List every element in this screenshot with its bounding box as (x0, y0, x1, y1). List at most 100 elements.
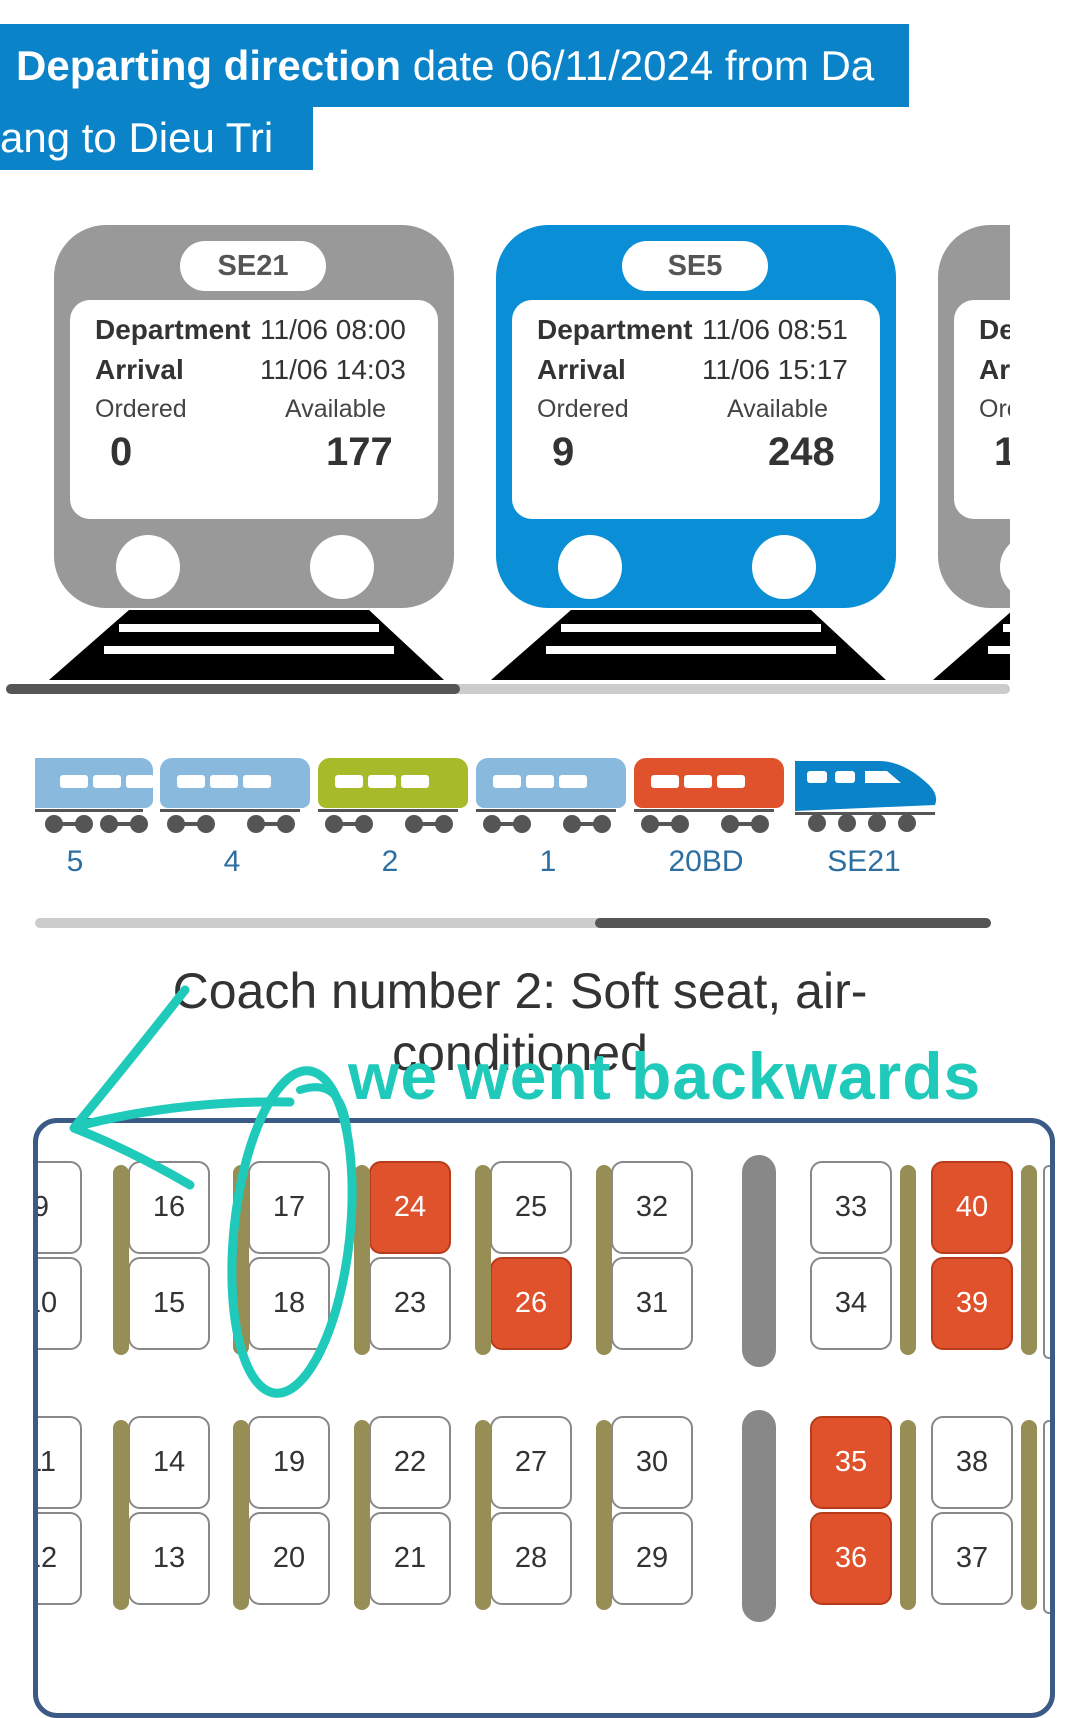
coach-label: 20BD (668, 845, 744, 878)
seat-11[interactable]: 11 (38, 1416, 82, 1509)
train-scrollbar-thumb[interactable] (6, 684, 460, 694)
seat-23[interactable]: 23 (369, 1257, 451, 1350)
coach-label: 2 (381, 845, 399, 878)
wheel (310, 535, 374, 599)
coach-label: 4 (223, 845, 241, 878)
department-time: 11/06 08:51 (702, 314, 848, 345)
seat-24[interactable]: 24 (369, 1161, 451, 1254)
seat-22[interactable]: 22 (369, 1416, 451, 1509)
seat-21[interactable]: 21 (369, 1512, 451, 1605)
seat-15[interactable]: 15 (128, 1257, 210, 1350)
seat-26[interactable]: 26 (490, 1257, 572, 1350)
rail-track-icon (491, 610, 886, 680)
seat-33[interactable]: 33 (810, 1161, 892, 1254)
armrest (475, 1165, 491, 1355)
coach-20bd[interactable] (631, 755, 784, 835)
seat-25[interactable]: 25 (490, 1161, 572, 1254)
direction-title: Departing direction (16, 42, 402, 89)
coach-selector: 5 4 2 1 20BD SE21 (35, 750, 955, 900)
direction-banner-line2: ang to Dieu Tri (0, 106, 313, 170)
seat-32[interactable]: 32 (611, 1161, 693, 1254)
train-selector: SE21 Department 11/06 08:00 Arrival 11/06 … (0, 220, 1010, 680)
arrival-label: Arrival (537, 354, 626, 385)
armrest (596, 1420, 612, 1610)
armrest (900, 1420, 916, 1610)
armrest (113, 1165, 129, 1355)
armrest (354, 1165, 370, 1355)
department-time: 11/06 08:00 (260, 314, 406, 345)
coach-scrollbar-thumb[interactable] (595, 918, 991, 928)
seat-12[interactable]: 12 (38, 1512, 82, 1605)
seat-27[interactable]: 27 (490, 1416, 572, 1509)
armrest (596, 1165, 612, 1355)
handwritten-annotation: we went backwards (348, 1039, 982, 1113)
armrest (1021, 1420, 1037, 1610)
wheel (752, 535, 816, 599)
coach-2[interactable] (315, 755, 468, 835)
ordered-label: Ordered (537, 395, 629, 423)
seat-38[interactable]: 38 (931, 1416, 1013, 1509)
department-label: Department (95, 314, 251, 345)
coach-label: 5 (66, 845, 84, 878)
available-label: Available (727, 395, 829, 423)
rail-track-icon (933, 612, 1010, 680)
seat-16[interactable]: 16 (128, 1161, 210, 1254)
seat-18[interactable]: 18 (248, 1257, 330, 1350)
seat-19[interactable]: 19 (248, 1416, 330, 1509)
wheel (116, 535, 180, 599)
seat-36[interactable]: 36 (810, 1512, 892, 1605)
arrival-label: Arrival (95, 354, 184, 385)
train-info: Department 11/06 08:51 Arrival 11/06 15:17… (512, 300, 880, 519)
aisle-divider (742, 1410, 776, 1622)
seat-39[interactable]: 39 (931, 1257, 1013, 1350)
coach-label: SE21 (827, 845, 901, 878)
direction-banner: Departing direction date 06/11/2024 from… (0, 24, 909, 107)
seat-17[interactable]: 17 (248, 1161, 330, 1254)
seat-20[interactable]: 20 (248, 1512, 330, 1605)
seat-31[interactable]: 31 (611, 1257, 693, 1350)
available-label: Available (285, 395, 387, 423)
coach-1[interactable] (473, 755, 626, 835)
train-name: SE21 (180, 241, 326, 291)
arrival-time: 11/06 14:03 (260, 354, 406, 385)
armrest (354, 1420, 370, 1610)
seat-37[interactable]: 37 (931, 1512, 1013, 1605)
available-count: 177 (326, 430, 393, 474)
seat-30[interactable]: 30 (611, 1416, 693, 1509)
arrival-label: Ar (979, 354, 1010, 385)
seat-35[interactable]: 35 (810, 1416, 892, 1509)
available-count: 248 (768, 430, 835, 474)
armrest (1021, 1165, 1037, 1355)
seat-edge (1043, 1420, 1050, 1614)
coach-5[interactable] (35, 755, 154, 835)
train-info: Department 11/06 08:00 Arrival 11/06 14:03… (70, 300, 438, 519)
train-name: SE5 (622, 241, 768, 291)
train-info: De Ar Orc 1 (954, 300, 1010, 519)
ordered-label: Ordered (95, 395, 187, 423)
department-label: Department (537, 314, 693, 345)
seat-10[interactable]: 10 (38, 1257, 82, 1350)
rail-track-icon (49, 610, 444, 680)
locomotive-se21[interactable] (789, 755, 939, 835)
seat-29[interactable]: 29 (611, 1512, 693, 1605)
ordered-label: Orc (979, 395, 1010, 423)
seat-14[interactable]: 14 (128, 1416, 210, 1509)
seat-13[interactable]: 13 (128, 1512, 210, 1605)
seat-40[interactable]: 40 (931, 1161, 1013, 1254)
ordered-count: 9 (552, 430, 575, 474)
seat-34[interactable]: 34 (810, 1257, 892, 1350)
coach-label: 1 (539, 845, 557, 878)
armrest (475, 1420, 491, 1610)
seat-28[interactable]: 28 (490, 1512, 572, 1605)
direction-detail: date 06/11/2024 from Da (401, 42, 875, 89)
locomotive-icon (795, 761, 937, 832)
coach-4[interactable] (157, 755, 310, 835)
seat-edge (1043, 1165, 1050, 1359)
ordered-count: 1 (994, 430, 1010, 474)
arrival-time: 11/06 15:17 (702, 354, 848, 385)
armrest (113, 1420, 129, 1610)
armrest (233, 1165, 249, 1355)
seat-map: 910 1615 1718 2423 2526 3231 3334 4039 1112 1413 1… (33, 1118, 1055, 1718)
seat-9[interactable]: 9 (38, 1161, 82, 1254)
armrest (900, 1165, 916, 1355)
